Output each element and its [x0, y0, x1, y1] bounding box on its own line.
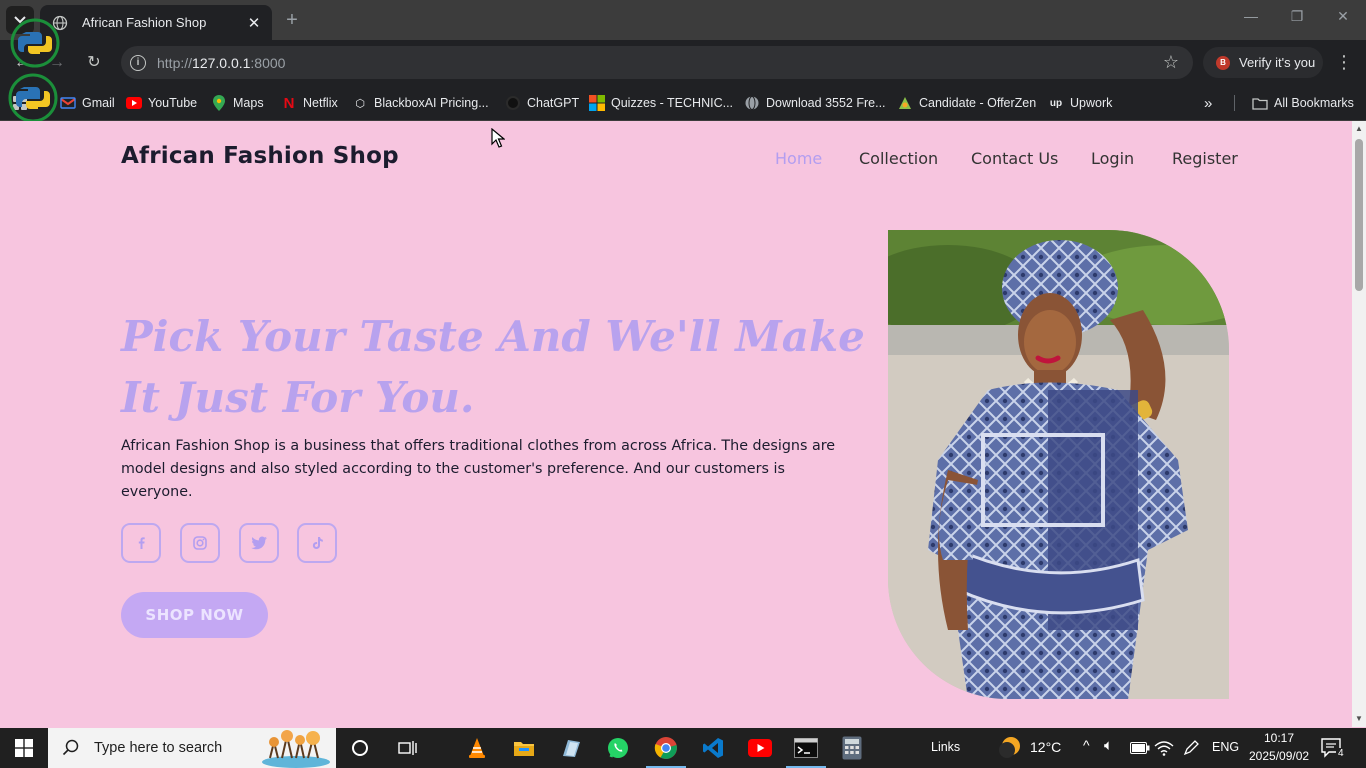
bookmark-offerzen[interactable]: Candidate - OfferZen — [897, 92, 1036, 114]
taskbar-search-box[interactable]: Type here to search — [48, 728, 336, 768]
start-button[interactable] — [0, 728, 48, 768]
language-indicator[interactable]: ENG — [1212, 740, 1239, 754]
maps-icon — [211, 95, 227, 111]
browser-toolbar: ← → ↻ i http://127.0.0.1:8000 ☆ B Verify… — [0, 40, 1366, 85]
bookmark-quizzes[interactable]: Quizzes - TECHNIC... — [589, 92, 733, 114]
tiktok-icon — [312, 537, 323, 549]
youtube-app-icon[interactable] — [746, 734, 774, 762]
wifi-icon[interactable] — [1150, 734, 1178, 762]
restore-icon[interactable]: ❐ — [1287, 8, 1307, 25]
active-tab[interactable]: African Fashion Shop ✕ — [40, 5, 272, 40]
blackbox-icon: ⬡ — [355, 97, 365, 110]
vscode-icon[interactable] — [699, 734, 727, 762]
hero-title: Pick Your Taste And We'll Make It Just F… — [121, 312, 865, 422]
shop-now-button[interactable]: SHOP NOW — [121, 592, 268, 638]
reload-button[interactable]: ↻ — [83, 52, 105, 74]
twitter-icon — [251, 536, 267, 550]
address-bar[interactable]: i http://127.0.0.1:8000 ☆ — [121, 46, 1193, 79]
chatgpt-icon — [505, 95, 521, 111]
tab-strip: African Fashion Shop ✕ + — ❐ ✕ — [0, 0, 1366, 40]
notes-app-icon[interactable] — [557, 734, 585, 762]
hero-description: African Fashion Shop is a business that … — [121, 438, 836, 500]
scroll-down-icon[interactable]: ▼ — [1352, 713, 1366, 725]
site-info-icon[interactable]: i — [130, 54, 146, 71]
bookmark-maps[interactable]: Maps — [211, 92, 264, 114]
hero-model-image — [888, 230, 1229, 699]
bookmarks-bar: Gmail YouTube Maps N Netflix ⬡ BlackboxA… — [0, 85, 1366, 121]
bookmark-youtube[interactable]: YouTube — [126, 92, 197, 114]
chrome-icon[interactable] — [652, 734, 680, 762]
mouse-cursor-icon — [491, 127, 506, 153]
clock-date[interactable]: 2025/09/02 — [1249, 749, 1309, 763]
instagram-button[interactable] — [180, 523, 220, 563]
microsoft-icon — [589, 95, 605, 111]
web-page: African Fashion Shop Home Collection Con… — [0, 121, 1352, 727]
weather-icon[interactable] — [995, 734, 1023, 762]
nav-home[interactable]: Home — [775, 149, 822, 168]
python-logo-icon — [8, 73, 58, 123]
nav-login[interactable]: Login — [1091, 149, 1134, 168]
bookmark-netflix[interactable]: N Netflix — [281, 92, 338, 114]
site-logo[interactable]: African Fashion Shop — [121, 143, 399, 169]
bookmark-gmail[interactable]: Gmail — [60, 92, 115, 114]
avatar: B — [1216, 55, 1230, 70]
gmail-icon — [60, 95, 76, 111]
facebook-button[interactable] — [121, 523, 161, 563]
calculator-icon[interactable] — [838, 734, 866, 762]
terminal-icon[interactable] — [792, 734, 820, 762]
menu-icon[interactable]: ⋮ — [1334, 52, 1354, 72]
bookmark-upwork[interactable]: up Upwork — [1048, 92, 1112, 114]
search-icon — [62, 739, 79, 756]
notification-count: 4 — [1336, 748, 1346, 759]
globe-icon — [744, 95, 760, 111]
bookmark-blackbox[interactable]: ⬡ BlackboxAI Pricing... — [352, 92, 488, 114]
nav-contact-us[interactable]: Contact Us — [971, 149, 1058, 168]
youtube-icon — [126, 95, 142, 111]
search-highlight-image — [262, 730, 330, 768]
tiktok-button[interactable] — [297, 523, 337, 563]
bookmarks-divider — [1234, 95, 1235, 111]
weather-temperature[interactable]: 12°C — [1030, 739, 1061, 755]
close-window-icon[interactable]: ✕ — [1333, 8, 1353, 25]
facebook-icon — [138, 537, 145, 549]
bookmark-download[interactable]: Download 3552 Fre... — [744, 92, 886, 114]
vlc-icon[interactable] — [463, 734, 491, 762]
page-scrollbar[interactable]: ▲ ▼ — [1352, 121, 1366, 727]
whatsapp-icon[interactable] — [604, 734, 632, 762]
instagram-icon — [193, 536, 207, 550]
cortana-icon[interactable] — [346, 734, 374, 762]
scroll-up-icon[interactable]: ▲ — [1352, 123, 1366, 135]
nav-collection[interactable]: Collection — [859, 149, 938, 168]
netflix-icon: N — [283, 94, 295, 112]
nav-register[interactable]: Register — [1172, 149, 1238, 168]
volume-icon[interactable]: 🔈︎ — [1104, 737, 1113, 754]
file-explorer-icon[interactable] — [510, 734, 538, 762]
python-logo-icon — [10, 18, 60, 68]
upwork-icon: up — [1049, 97, 1063, 109]
offerzen-icon — [897, 95, 913, 111]
scroll-thumb[interactable] — [1355, 139, 1363, 291]
twitter-button[interactable] — [239, 523, 279, 563]
tab-title: African Fashion Shop — [82, 15, 207, 30]
bookmark-chatgpt[interactable]: ChatGPT — [505, 92, 579, 114]
all-bookmarks-button[interactable]: All Bookmarks — [1252, 92, 1354, 114]
task-view-icon[interactable] — [394, 734, 422, 762]
taskbar: Type here to search Links 12°C ^ 🔈︎ ENG … — [0, 728, 1366, 768]
clock-time[interactable]: 10:17 — [1264, 731, 1294, 745]
pen-icon[interactable] — [1177, 734, 1205, 762]
profile-verify-button[interactable]: B Verify it's you — [1203, 47, 1323, 78]
taskbar-search-placeholder: Type here to search — [94, 740, 223, 756]
close-tab-icon[interactable]: ✕ — [246, 14, 262, 32]
new-tab-button[interactable]: + — [280, 8, 304, 32]
folder-icon — [1252, 95, 1268, 111]
windows-icon — [15, 739, 33, 757]
show-hidden-icons-icon[interactable]: ^ — [1083, 737, 1090, 753]
links-toolbar-label[interactable]: Links — [931, 740, 960, 754]
url-text: http://127.0.0.1:8000 — [157, 54, 286, 71]
bookmark-star-icon[interactable]: ☆ — [1163, 52, 1179, 73]
more-bookmarks-icon[interactable]: » — [1204, 92, 1212, 114]
minimize-icon[interactable]: — — [1241, 8, 1261, 24]
verify-label: Verify it's you — [1239, 55, 1316, 70]
